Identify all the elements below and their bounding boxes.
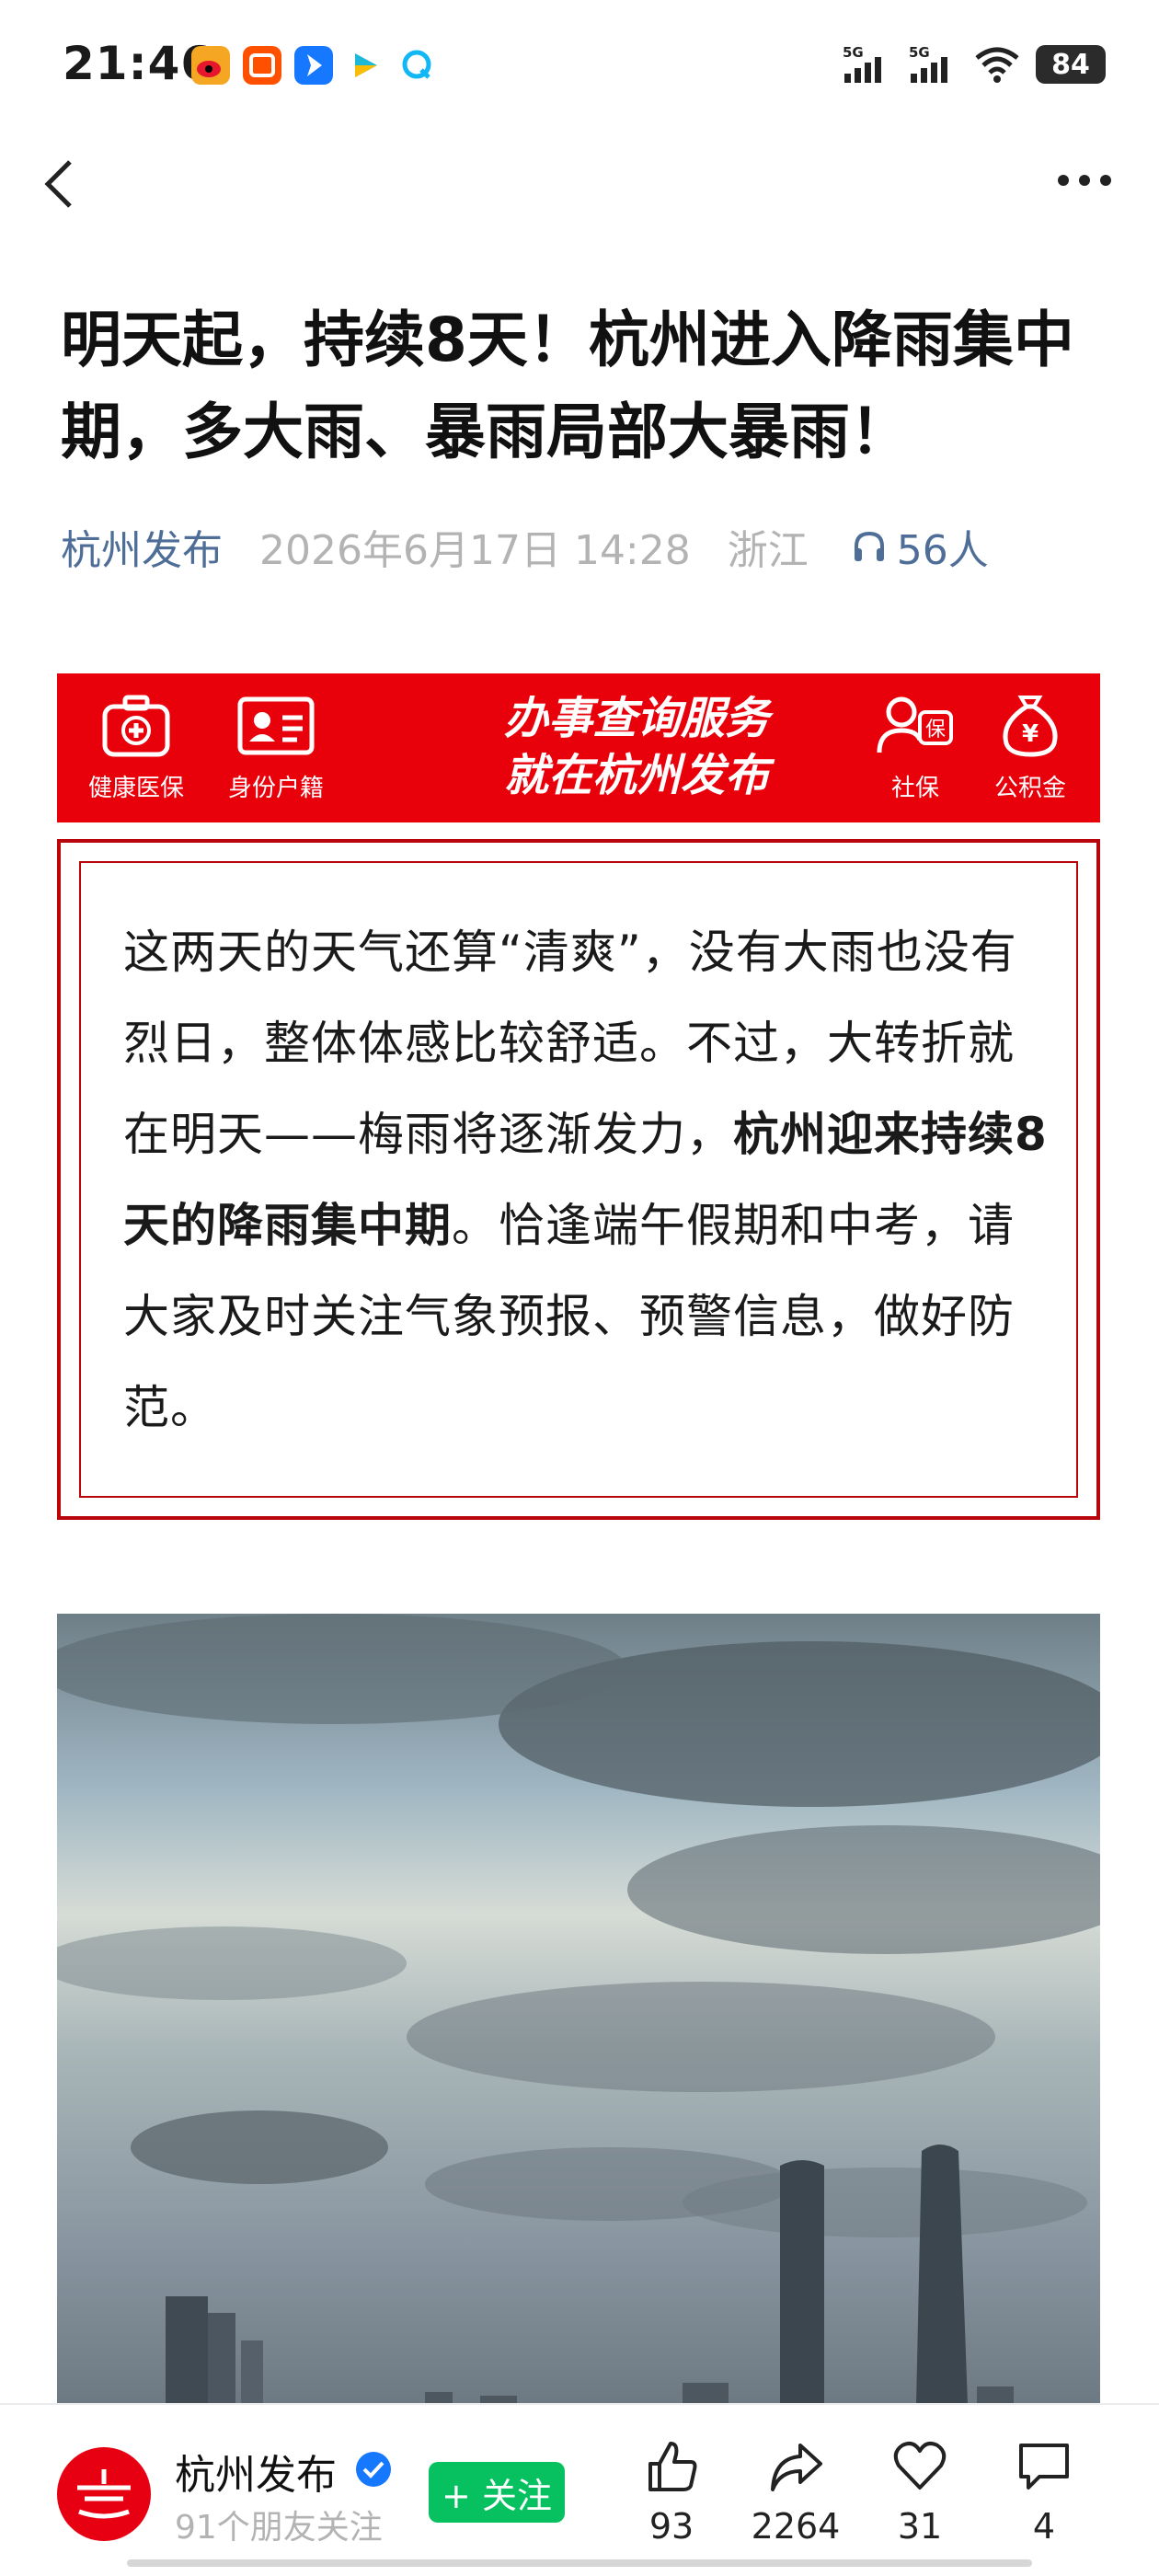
notification-icons: [191, 46, 436, 85]
status-indicators: 5G 5G 84: [841, 44, 1106, 85]
signal-icon-2: 5G: [909, 44, 947, 83]
home-indicator[interactable]: [127, 2559, 1032, 2567]
more-options-button[interactable]: [1052, 162, 1117, 199]
svg-text:5G: 5G: [843, 44, 864, 61]
headphones-icon: [854, 531, 884, 561]
nav-bar: [0, 147, 1159, 221]
svg-text:5G: 5G: [909, 44, 930, 61]
play-icon: [346, 46, 384, 85]
service-medical[interactable]: 健康医保: [88, 690, 184, 803]
slogan-line: 办事查询服务: [503, 693, 769, 744]
listen-button[interactable]: 56人: [851, 517, 989, 576]
article-page: 21:46 5G 5G 84 明天起，持续8天！杭州进入降雨集中期，多大雨、暴雨…: [0, 0, 1159, 2576]
thumbs-up-icon: [648, 2442, 697, 2491]
social-security-icon: 保: [877, 696, 953, 753]
author-link[interactable]: 杭州发布: [61, 517, 223, 576]
account-name[interactable]: 杭州发布: [175, 2442, 337, 2501]
svg-text:保: 保: [925, 719, 946, 742]
banner-slogan: 办事查询服务 就在杭州发布: [425, 690, 848, 804]
id-card-icon: [237, 696, 315, 755]
medical-kit-icon: [102, 695, 170, 757]
money-bag-icon: ¥: [1003, 696, 1058, 757]
service-housing-fund[interactable]: ¥ 公积金: [993, 690, 1067, 803]
favorite-count: 31: [897, 2506, 943, 2547]
bird-icon: [294, 46, 333, 85]
article-photo[interactable]: [57, 1614, 1100, 2405]
favorite-button[interactable]: 31: [860, 2438, 980, 2547]
service-label: 健康医保: [88, 775, 185, 802]
like-button[interactable]: 93: [612, 2438, 731, 2547]
listener-count: 56人: [896, 527, 989, 574]
battery-indicator: 84: [1036, 45, 1106, 84]
friends-follow-count: 91个朋友关注: [175, 2509, 383, 2547]
qq-icon: [397, 46, 436, 85]
account-logo-icon: [77, 2469, 131, 2519]
status-bar: 21:46 5G 5G 84: [0, 0, 1159, 138]
svg-text:¥: ¥: [1022, 720, 1039, 748]
chevron-left-icon: [44, 160, 72, 208]
service-social-security[interactable]: 保 社保: [874, 690, 957, 803]
signal-icon: 5G: [843, 44, 881, 83]
share-count: 2264: [751, 2506, 841, 2547]
article-title: 明天起，持续8天！杭州进入降雨集中期，多大雨、暴雨局部大暴雨！: [61, 305, 1074, 467]
publish-date: 2026年6月17日 14:28: [259, 527, 691, 574]
like-count: 93: [648, 2506, 694, 2547]
account-avatar[interactable]: [57, 2447, 151, 2541]
comment-button[interactable]: 4: [984, 2438, 1104, 2547]
taobao-icon: [243, 46, 281, 85]
heart-icon: [893, 2442, 947, 2490]
share-arrow-icon: [771, 2444, 822, 2491]
follow-button[interactable]: + 关注: [429, 2462, 565, 2523]
comment-bubble-icon: [1019, 2444, 1069, 2490]
service-banner[interactable]: 健康医保 身份户籍 办事查询服务 就在杭州发布 保 社保 ¥ 公积金: [57, 673, 1100, 822]
intro-paragraph: 这两天的天气还算“清爽”，没有大雨也没有烈日，整体体感比较舒适。不过，大转折就在…: [123, 907, 1052, 1454]
wifi-icon: [975, 47, 1019, 83]
slogan-line: 就在杭州发布: [503, 750, 769, 801]
comment-count: 4: [1032, 2506, 1056, 2547]
bottom-action-bar: 杭州发布 91个朋友关注 + 关注 93 2264 31 4: [0, 2403, 1159, 2576]
region-label: 浙江: [727, 527, 809, 574]
service-label: 身份户籍: [228, 775, 325, 802]
back-button[interactable]: [37, 155, 92, 213]
article-meta: 杭州发布 2026年6月17日 14:28 浙江 56人: [61, 521, 989, 574]
weibo-icon: [191, 46, 230, 85]
service-id[interactable]: 身份户籍: [228, 690, 324, 803]
service-label: 社保: [890, 775, 939, 802]
share-button[interactable]: 2264: [736, 2438, 855, 2547]
city-skyline-photo: [57, 1614, 1100, 2405]
service-label: 公积金: [993, 775, 1066, 802]
verified-badge-icon: [353, 2449, 394, 2490]
more-dots-icon: [1058, 175, 1111, 186]
